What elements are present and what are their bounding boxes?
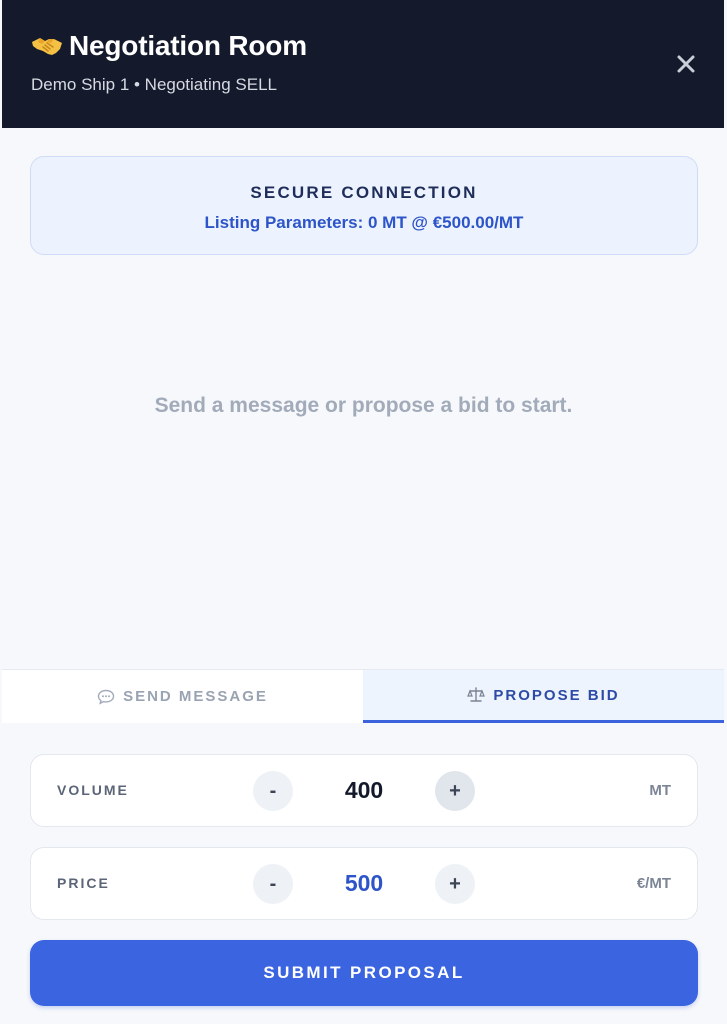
price-label: PRICE [57,875,110,891]
price-unit: €/MT [636,875,671,892]
tab-propose-bid-label: PROPOSE BID [493,686,620,704]
speech-bubble-icon [97,689,115,705]
price-decrement-button[interactable]: - [253,864,293,904]
price-value[interactable]: 500 [295,870,433,897]
tab-send-message[interactable]: SEND MESSAGE [2,670,363,723]
price-stepper: PRICE - 500 + €/MT [30,847,698,920]
volume-stepper: VOLUME - 400 + MT [30,754,698,827]
secure-connection-title: SECURE CONNECTION [250,183,478,202]
volume-unit: MT [649,782,671,799]
handshake-icon [31,33,63,59]
bid-panel: VOLUME - 400 + MT PRICE - 500 + €/MT SUB… [2,723,724,1024]
chat-empty-state: Send a message or propose a bid to start… [154,394,573,417]
mode-tabs: SEND MESSAGE PROPOSE BID [2,669,724,723]
modal-subtitle: Demo Ship 1 • Negotiating SELL [31,75,277,94]
price-increment-button[interactable]: + [435,864,475,904]
secure-connection-panel: SECURE CONNECTION Listing Parameters: 0 … [30,156,698,255]
volume-label: VOLUME [57,782,129,798]
volume-decrement-button[interactable]: - [253,771,293,811]
listing-parameters: Listing Parameters: 0 MT @ €500.00/MT [204,213,524,232]
volume-value[interactable]: 400 [295,777,433,804]
volume-increment-button[interactable]: + [435,771,475,811]
modal-header: Negotiation Room Demo Ship 1 • Negotiati… [2,0,724,128]
modal-title: Negotiation Room [69,30,307,61]
tab-send-message-label: SEND MESSAGE [123,688,268,705]
submit-proposal-button[interactable]: SUBMIT PROPOSAL [30,940,698,1006]
negotiation-modal: Negotiation Room Demo Ship 1 • Negotiati… [0,0,727,1024]
close-icon [677,55,695,73]
tab-propose-bid[interactable]: PROPOSE BID [363,670,724,723]
close-button[interactable] [672,50,700,78]
scale-icon [467,686,486,704]
title-row: Negotiation Room [31,30,307,62]
